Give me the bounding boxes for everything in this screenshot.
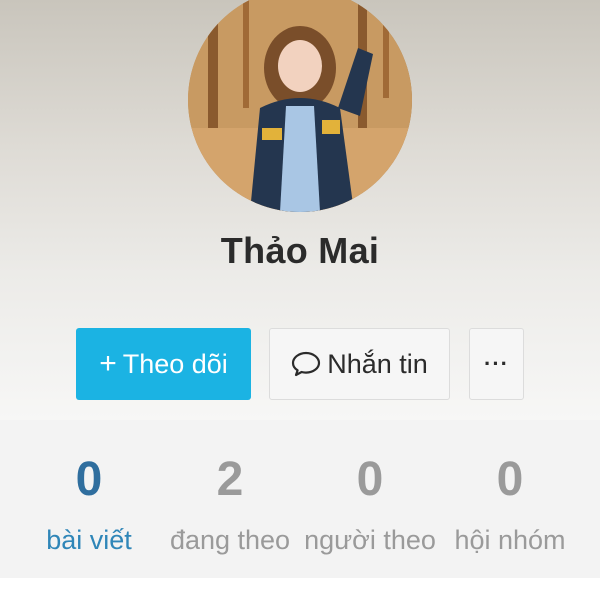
stat-groups-count: 0	[496, 453, 524, 506]
profile-screen: Thảo Mai + Theo dõi Nhắn tin ··· 0 bài v…	[0, 0, 600, 600]
stat-followers-label: người theo	[304, 525, 436, 555]
stat-groups-label: hội nhóm	[454, 525, 566, 555]
profile-name: Thảo Mai	[220, 230, 380, 271]
plus-icon: +	[99, 347, 117, 380]
stat-following-count: 2	[216, 453, 244, 506]
chat-bubble-icon	[292, 351, 321, 377]
more-dots-icon: ···	[484, 351, 509, 376]
follow-button-label: Theo dõi	[122, 348, 228, 379]
stat-following-label: đang theo	[169, 525, 291, 555]
stat-followers-count: 0	[356, 453, 384, 506]
follow-button[interactable]: + Theo dõi	[76, 328, 251, 400]
stat-posts-count: 0	[75, 453, 103, 506]
stat-followers[interactable]: 0 người theo	[295, 450, 445, 560]
stat-groups[interactable]: 0 hội nhóm	[435, 450, 585, 560]
bottom-divider	[0, 578, 600, 600]
more-options-button[interactable]: ···	[469, 328, 524, 400]
message-button-label: Nhắn tin	[327, 348, 428, 379]
stat-posts-label: bài viết	[46, 525, 132, 555]
stat-posts[interactable]: 0 bài viết	[14, 450, 164, 560]
stat-following[interactable]: 2 đang theo	[155, 450, 305, 560]
message-button[interactable]: Nhắn tin	[269, 328, 450, 400]
